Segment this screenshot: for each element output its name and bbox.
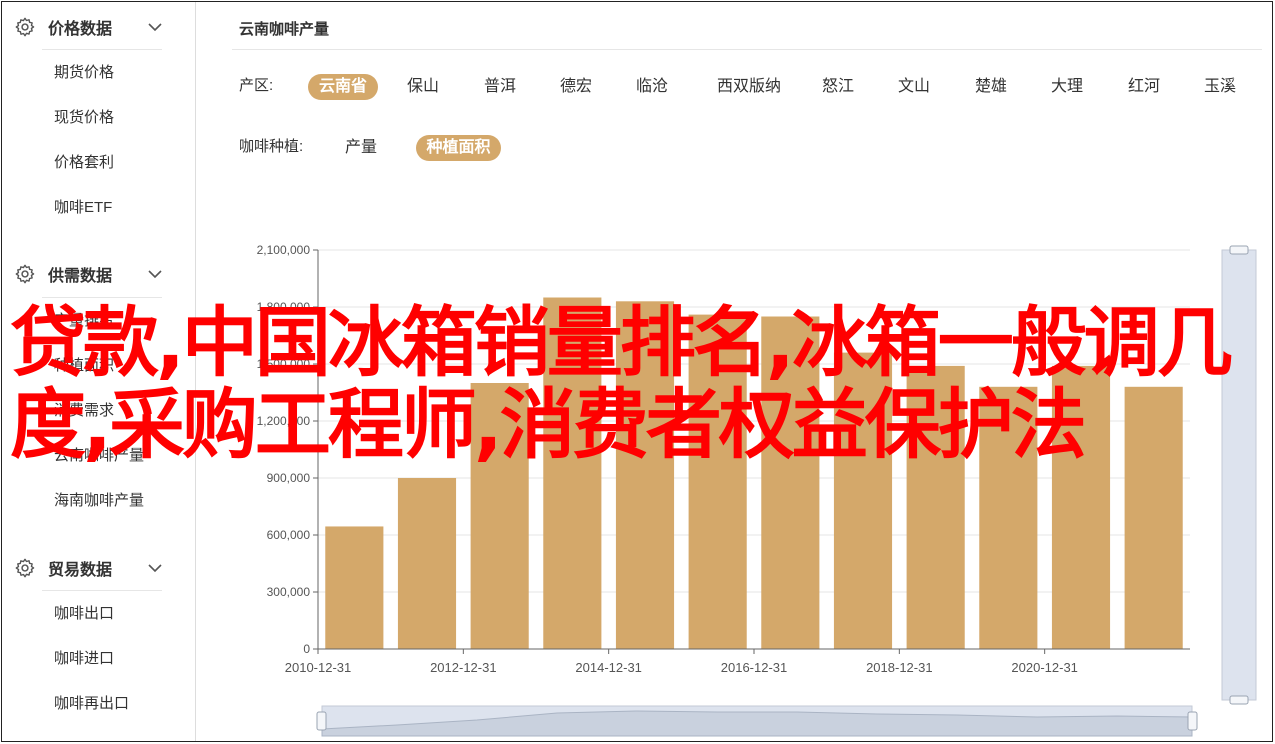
bar-chart: 0 300,000 600,000 900,000 1,200,000 1,500,000… [197, 232, 1272, 741]
sidebar-item[interactable]: 价格套利 [54, 152, 114, 174]
sidebar-divider [42, 49, 162, 50]
x-tick-label: 2016-12-31 [721, 660, 788, 675]
vertical-zoom-handle-bottom[interactable] [1229, 695, 1249, 705]
bar[interactable] [906, 365, 965, 649]
y-tick-label: 900,000 [267, 471, 311, 485]
region-chip[interactable]: 临沧 [629, 74, 675, 100]
sidebar-section-header[interactable]: 贸易数据 [14, 554, 164, 582]
bar[interactable] [1124, 386, 1183, 649]
bar[interactable] [615, 301, 675, 649]
sidebar-section-header[interactable]: 供需数据 [14, 260, 164, 288]
chevron-down-icon [148, 23, 162, 32]
region-chip[interactable]: 大理 [1044, 74, 1090, 100]
region-filter-label: 产区: [239, 77, 274, 94]
app-frame: 价格数据 期货价格 现货价格 价格套利 咖啡ETF 供需数据 产量排名 种植面积 消费需求 云南咖… [1, 1, 1273, 742]
region-chip[interactable]: 德宏 [553, 74, 599, 100]
region-chip[interactable]: 云南省 [308, 74, 378, 100]
y-tick-label: 600,000 [267, 528, 311, 542]
chart-canvas: 0 300,000 600,000 900,000 1,200,000 1,500,000… [257, 243, 1257, 737]
vertical-zoom-slider[interactable] [1221, 249, 1257, 701]
chevron-down-icon [148, 564, 162, 573]
sidebar-item[interactable]: 海南咖啡产量 [54, 490, 144, 512]
bar[interactable] [470, 383, 529, 649]
sidebar-section-title: 贸易数据 [48, 562, 113, 579]
bar[interactable] [543, 297, 602, 650]
sidebar-divider [42, 297, 162, 298]
bar[interactable] [397, 478, 457, 649]
sidebar-item[interactable]: 期货价格 [54, 62, 114, 84]
bar[interactable] [979, 386, 1038, 649]
page-title: 云南咖啡产量 [239, 21, 330, 38]
region-chip[interactable]: 玉溪 [1197, 74, 1243, 100]
y-tick-label: 300,000 [267, 585, 311, 599]
x-tick-label: 2014-12-31 [575, 660, 642, 675]
y-tick-label: 1,500,000 [257, 357, 311, 371]
gear-icon [15, 264, 35, 284]
horizontal-zoom-handle-right[interactable] [1187, 711, 1198, 731]
vertical-zoom-handle-top[interactable] [1229, 245, 1249, 255]
sidebar-item[interactable]: 咖啡再出口 [54, 693, 129, 715]
x-tick-label: 2012-12-31 [430, 660, 497, 675]
planting-chip[interactable]: 种植面积 [416, 135, 501, 161]
title-divider [232, 49, 1262, 50]
horizontal-zoom-handle-left[interactable] [316, 711, 327, 731]
region-chip[interactable]: 保山 [400, 74, 446, 100]
planting-chip[interactable]: 产量 [338, 135, 384, 161]
sidebar-divider [42, 590, 162, 591]
sidebar-item[interactable]: 产量排名 [54, 310, 114, 332]
sidebar-item[interactable]: 咖啡进口 [54, 648, 114, 670]
bar[interactable] [325, 526, 384, 649]
y-tick-label: 1,800,000 [257, 300, 311, 314]
sidebar: 价格数据期货价格现货价格价格套利咖啡ETF 供需数据产量排名种植面积消费需求云南咖… [2, 2, 196, 741]
bar[interactable] [1051, 365, 1111, 649]
gear-icon [15, 558, 35, 578]
y-tick-label: 1,200,000 [257, 414, 311, 428]
region-chip[interactable]: 普洱 [477, 74, 523, 100]
x-tick-label: 2010-12-31 [285, 660, 352, 675]
sidebar-item[interactable]: 咖啡ETF [54, 197, 112, 219]
region-chip[interactable]: 西双版纳 [709, 74, 789, 100]
y-tick-label: 2,100,000 [257, 243, 311, 257]
chevron-down-icon [148, 270, 162, 279]
sidebar-section-title: 供需数据 [48, 268, 113, 285]
planting-filter-label: 咖啡种植: [239, 138, 304, 155]
region-chip[interactable]: 怒江 [815, 74, 861, 100]
bar[interactable] [833, 352, 893, 649]
sidebar-item[interactable]: 咖啡出口 [54, 603, 114, 625]
region-chip[interactable]: 红河 [1121, 74, 1167, 100]
region-chip[interactable]: 楚雄 [968, 74, 1014, 100]
sidebar-item[interactable]: 现货价格 [54, 107, 114, 129]
bar[interactable] [761, 316, 820, 650]
sidebar-item[interactable]: 云南咖啡产量 [54, 445, 144, 467]
region-chip[interactable]: 文山 [891, 74, 937, 100]
x-tick-label: 2018-12-31 [866, 660, 933, 675]
gear-icon [15, 17, 35, 37]
bar[interactable] [688, 314, 747, 649]
sidebar-section-header[interactable]: 价格数据 [14, 13, 164, 41]
sidebar-item[interactable]: 消费需求 [54, 400, 114, 422]
x-tick-label: 2020-12-31 [1011, 660, 1078, 675]
y-tick-label: 0 [303, 642, 310, 656]
sidebar-item[interactable]: 种植面积 [54, 355, 114, 377]
sidebar-section-title: 价格数据 [48, 21, 113, 38]
